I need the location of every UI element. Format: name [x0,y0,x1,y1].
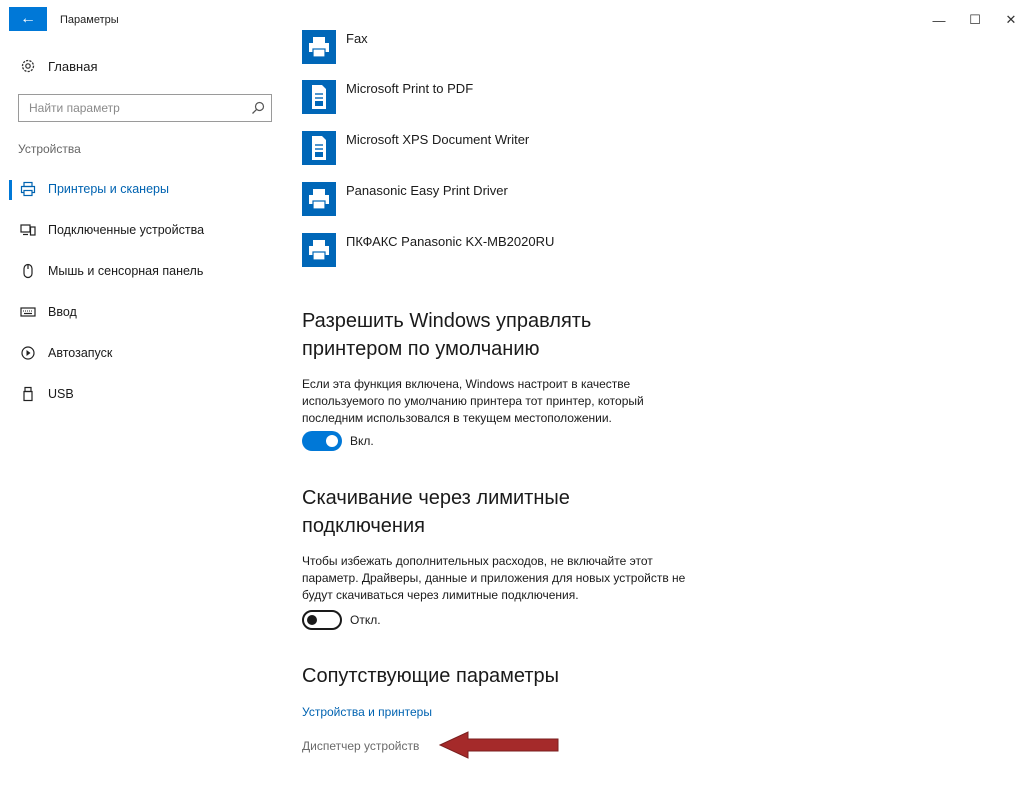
printer-name: Microsoft Print to PDF [346,81,474,96]
section-label: Устройства [18,142,81,156]
window-title: Параметры [60,14,119,26]
usb-icon [20,386,36,402]
metered-toggle-row: Откл. [302,610,381,630]
printer-icon [302,233,336,267]
mouse-icon [20,263,36,279]
printer-item-panasonic-easy[interactable]: Panasonic Easy Print Driver [302,182,722,222]
search-icon[interactable] [251,101,265,115]
gear-icon [21,59,35,73]
toggle-knob [307,615,317,625]
printer-name: Fax [346,31,368,46]
back-button[interactable]: ← [9,7,47,31]
printer-icon [20,181,36,197]
sidebar-item-label: Автозапуск [48,345,113,360]
default-printer-description: Если эта функция включена, Windows настр… [302,377,644,425]
metered-heading: Скачивание через лимитные подключения [302,487,570,537]
home-nav-item[interactable]: Главная [20,58,97,74]
sidebar-item-label: Принтеры и сканеры [48,181,169,196]
sidebar-item-usb[interactable]: USB [0,373,290,414]
keyboard-icon [20,304,36,320]
sidebar: Главная Устройства Принтеры и сканеры По… [0,38,290,798]
sidebar-item-label: Подключенные устройства [48,222,205,237]
document-printer-icon [302,131,336,165]
sidebar-item-autoplay[interactable]: Автозапуск [0,332,290,373]
printer-icon [302,182,336,216]
sidebar-item-printers[interactable]: Принтеры и сканеры [0,168,290,209]
maximize-button[interactable]: ☐ [960,9,990,31]
sidebar-item-mouse[interactable]: Мышь и сенсорная панель [0,250,290,291]
minimize-icon: — [932,12,946,28]
main-content: Fax Microsoft Print to PDF Microsoft XPS… [302,30,1002,798]
home-label: Главная [48,58,98,74]
sidebar-item-label: Ввод [48,304,77,319]
printer-item-fax[interactable]: Fax [302,30,722,70]
back-arrow-icon: ← [20,10,36,27]
printer-name: Panasonic Easy Print Driver [346,183,508,198]
fax-printer-icon [302,30,336,64]
devices-and-printers-link[interactable]: Устройства и принтеры [302,705,432,719]
close-icon: ✕ [1005,12,1017,27]
related-settings-heading: Сопутствующие параметры [302,665,560,687]
printer-item-xps[interactable]: Microsoft XPS Document Writer [302,131,722,171]
sidebar-nav: Принтеры и сканеры Подключенные устройст… [0,168,290,414]
printer-item-pdf[interactable]: Microsoft Print to PDF [302,80,722,120]
default-printer-toggle[interactable] [302,431,342,451]
sidebar-item-connected-devices[interactable]: Подключенные устройства [0,209,290,250]
printer-name: ПКФАКС Panasonic KX-MB2020RU [346,234,555,249]
devices-icon [20,222,36,238]
printer-name: Microsoft XPS Document Writer [346,132,530,147]
maximize-icon: ☐ [969,12,981,27]
sidebar-item-input[interactable]: Ввод [0,291,290,332]
toggle-state-label: Откл. [350,613,381,627]
minimize-button[interactable]: — [924,9,954,31]
device-manager-link[interactable]: Диспетчер устройств [302,739,419,753]
autoplay-icon [20,345,36,361]
toggle-state-label: Вкл. [350,434,374,448]
toggle-knob [326,435,338,447]
search-box[interactable] [18,94,272,122]
document-printer-icon [302,80,336,114]
close-button[interactable]: ✕ [996,9,1023,31]
metered-toggle[interactable] [302,610,342,630]
default-printer-toggle-row: Вкл. [302,431,374,451]
sidebar-item-label: USB [48,386,74,401]
metered-description: Чтобы избежать дополнительных расходов, … [302,554,686,602]
search-input[interactable] [19,95,239,121]
printer-item-pkfax[interactable]: ПКФАКС Panasonic KX-MB2020RU [302,233,722,273]
sidebar-item-label: Мышь и сенсорная панель [48,263,204,278]
annotation-arrow-icon [438,731,559,759]
default-printer-heading: Разрешить Windows управлять принтером по… [302,310,592,360]
